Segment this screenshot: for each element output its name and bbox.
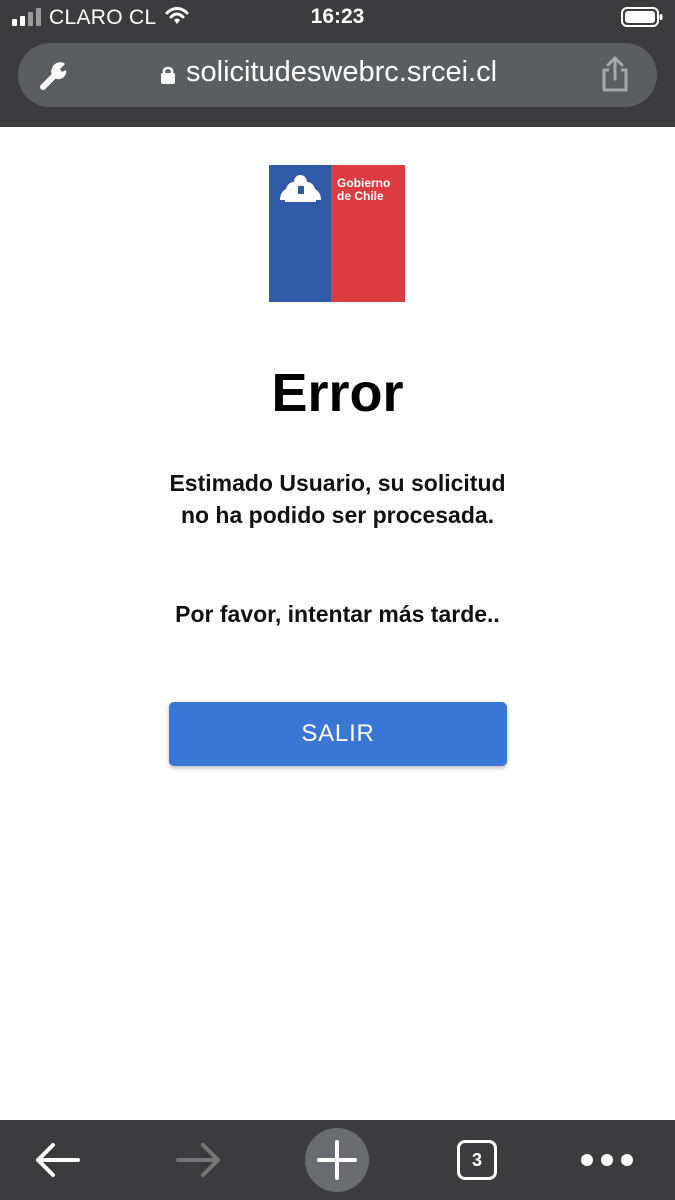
- more-button[interactable]: [579, 1120, 635, 1200]
- status-time: 16:23: [310, 5, 365, 28]
- browser-top-chrome: CLARO CL 16:23 solicitudeswebrc.srcei.cl: [0, 0, 675, 127]
- url-text[interactable]: solicitudeswebrc.srcei.cl: [186, 56, 497, 89]
- logo-line-2: de Chile: [337, 189, 384, 203]
- error-title: Error: [271, 363, 404, 423]
- status-bar: CLARO CL 16:23: [0, 0, 675, 36]
- error-message: Estimado Usuario, su solicitud no ha pod…: [169, 470, 506, 528]
- battery-icon: [621, 7, 663, 27]
- logo-text: Gobierno de Chile: [337, 177, 403, 203]
- new-tab-button[interactable]: [305, 1120, 369, 1200]
- mobile-browser-screen: CLARO CL 16:23 solicitudeswebrc.srcei.cl…: [0, 0, 675, 1200]
- share-icon[interactable]: [599, 55, 631, 93]
- gobierno-de-chile-logo: Gobierno de Chile: [269, 165, 405, 302]
- back-arrow-icon: [36, 1143, 80, 1177]
- wrench-icon[interactable]: [35, 58, 69, 92]
- plus-icon: [305, 1128, 369, 1192]
- coat-of-arms-icon: [280, 175, 321, 202]
- retry-message: Por favor, intentar más tarde..: [175, 601, 500, 627]
- tabs-button[interactable]: 3: [455, 1120, 501, 1200]
- forward-arrow-icon: [176, 1143, 220, 1177]
- tab-count-badge: 3: [457, 1140, 497, 1180]
- salir-button[interactable]: SALIR: [169, 702, 507, 766]
- address-bar[interactable]: solicitudeswebrc.srcei.cl: [18, 43, 657, 107]
- forward-button[interactable]: [170, 1120, 226, 1200]
- more-icon: [581, 1154, 633, 1166]
- lock-icon: [161, 66, 175, 84]
- back-button[interactable]: [30, 1120, 86, 1200]
- browser-bottom-toolbar: 3: [0, 1120, 675, 1200]
